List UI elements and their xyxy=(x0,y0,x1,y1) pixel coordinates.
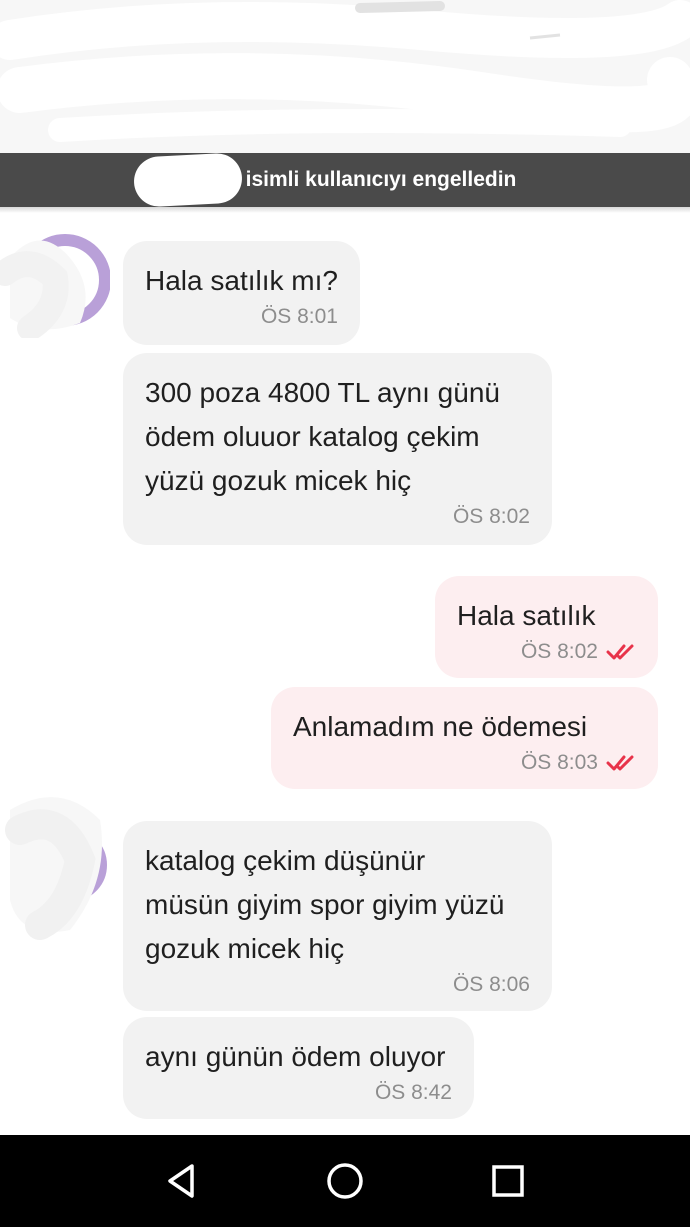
message-meta: ÖS 8:02 xyxy=(145,505,530,529)
system-navigation-bar xyxy=(0,1135,690,1227)
message-time: ÖS 8:01 xyxy=(260,305,338,328)
avatar[interactable] xyxy=(0,790,110,940)
redacted-username xyxy=(132,152,243,208)
message-meta: ÖS 8:02 xyxy=(457,640,636,664)
banner-shadow xyxy=(0,207,690,213)
message-bubble-outgoing[interactable]: Hala satılık ÖS 8:02 xyxy=(435,576,658,678)
message-bubble-incoming[interactable]: 300 poza 4800 TL aynı günü ödem oluuor k… xyxy=(123,353,552,545)
avatar[interactable] xyxy=(0,228,111,341)
message-time: ÖS 8:42 xyxy=(374,1081,452,1104)
recents-square-icon xyxy=(492,1165,525,1197)
message-time: ÖS 8:03 xyxy=(520,751,598,774)
redacted-avatar-icon xyxy=(5,797,107,940)
message-meta: ÖS 8:01 xyxy=(145,305,338,329)
message-time: ÖS 8:02 xyxy=(520,640,598,663)
message-time: ÖS 8:02 xyxy=(452,505,530,528)
message-text: Anlamadım ne ödemesi xyxy=(293,711,588,742)
message-time: ÖS 8:06 xyxy=(452,973,530,996)
message-text: Hala satılık xyxy=(457,600,596,631)
double-check-icon xyxy=(606,644,634,660)
message-text: katalog çekim düşünür müsün giyim spor g… xyxy=(145,845,505,964)
back-triangle-icon xyxy=(167,1164,194,1198)
message-text: Hala satılık mı? xyxy=(145,265,338,296)
double-check-icon xyxy=(606,755,634,771)
recents-button[interactable] xyxy=(478,1151,538,1211)
back-button[interactable] xyxy=(152,1151,212,1211)
blocked-user-banner: isimli kullanıcıyı engelledin xyxy=(0,152,690,208)
message-bubble-outgoing[interactable]: Anlamadım ne ödemesi ÖS 8:03 xyxy=(271,687,658,789)
redacted-avatar-icon xyxy=(0,234,111,341)
message-text: 300 poza 4800 TL aynı günü ödem oluuor k… xyxy=(145,377,500,496)
message-text: aynı günün ödem oluyor xyxy=(145,1041,446,1072)
message-bubble-incoming[interactable]: aynı günün ödem oluyor ÖS 8:42 xyxy=(123,1017,474,1119)
redacted-header xyxy=(0,0,690,153)
home-button[interactable] xyxy=(315,1151,375,1211)
scribble-redaction xyxy=(0,0,690,142)
home-circle-icon xyxy=(327,1163,363,1199)
message-bubble-incoming[interactable]: katalog çekim düşünür müsün giyim spor g… xyxy=(123,821,552,1011)
message-meta: ÖS 8:06 xyxy=(145,973,530,997)
message-meta: ÖS 8:42 xyxy=(145,1081,452,1105)
message-meta: ÖS 8:03 xyxy=(293,751,636,775)
blocked-banner-text: isimli kullanıcıyı engelledin xyxy=(245,168,517,191)
chat-screen: isimli kullanıcıyı engelledin Hala satıl… xyxy=(0,0,690,1227)
message-bubble-incoming[interactable]: Hala satılık mı? ÖS 8:01 xyxy=(123,241,360,345)
